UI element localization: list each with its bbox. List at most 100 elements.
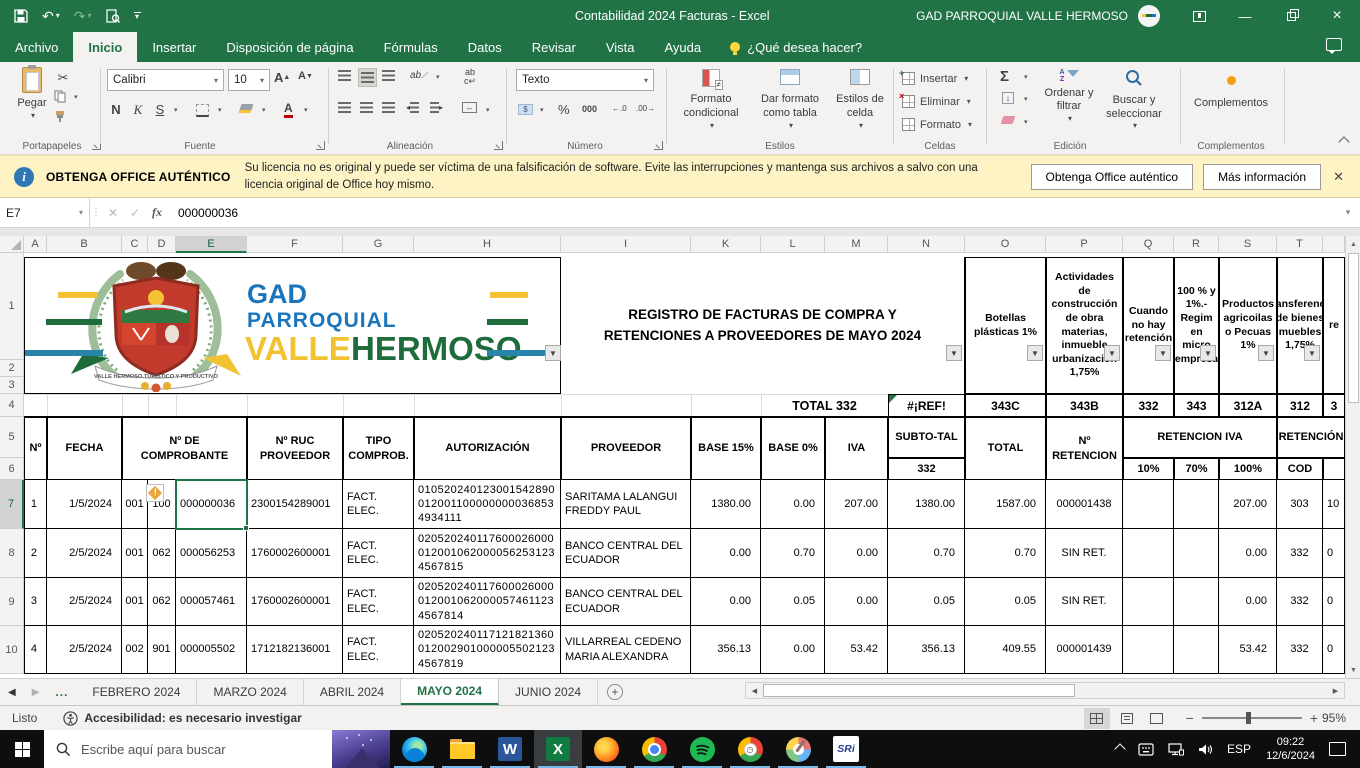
data-cell[interactable]: 303 <box>1277 480 1323 529</box>
zoom-slider-thumb[interactable] <box>1245 712 1251 724</box>
data-cell[interactable]: 0.05 <box>888 578 965 626</box>
sheet-prev-icon[interactable]: ◀ <box>0 679 24 705</box>
data-cell[interactable]: 0.70 <box>888 529 965 578</box>
more-info-button[interactable]: Más información <box>1203 163 1322 190</box>
row-header-10[interactable]: 10 <box>0 626 24 674</box>
align-middle-icon[interactable] <box>358 68 377 87</box>
code-cell[interactable]: 343B <box>1046 394 1123 417</box>
code-cell[interactable]: 343C <box>965 394 1046 417</box>
data-cell[interactable] <box>1174 626 1219 674</box>
undo-icon[interactable]: ↶ ▾ <box>42 9 60 23</box>
column-header-N[interactable]: N <box>888 236 965 253</box>
accessibility-status[interactable]: Accesibilidad: es necesario investigar <box>84 711 301 725</box>
table-header-tipo[interactable]: TIPO COMPROB. <box>343 417 414 480</box>
taskbar-firefox-icon[interactable] <box>582 730 630 768</box>
tab-datos[interactable]: Datos <box>453 32 517 62</box>
data-cell[interactable]: FACT. ELEC. <box>343 578 414 626</box>
tray-chevron-icon[interactable] <box>1109 730 1131 768</box>
data-cell[interactable]: FACT. ELEC. <box>343 529 414 578</box>
data-cell[interactable]: 2/5/2024 <box>47 529 122 578</box>
data-cell[interactable]: 356.13 <box>691 626 761 674</box>
data-cell[interactable]: 2300154289001 <box>247 480 343 529</box>
sort-filter-button[interactable]: AZ Ordenar y filtrar ▾ <box>1038 69 1100 124</box>
cut-icon[interactable]: ✂ <box>54 70 72 86</box>
row-header-3[interactable]: 3 <box>0 377 24 394</box>
account-avatar[interactable] <box>1138 5 1160 27</box>
data-cell[interactable]: 1712182136001 <box>247 626 343 674</box>
comments-icon[interactable] <box>1326 38 1342 54</box>
taskbar-excel-icon[interactable]: X <box>534 730 582 768</box>
column-header-P[interactable]: P <box>1046 236 1123 253</box>
normal-view-button[interactable] <box>1083 707 1110 729</box>
customize-qat-icon[interactable]: ▾ <box>133 11 141 20</box>
row-header-5[interactable]: 5 <box>0 417 24 458</box>
number-format-select[interactable]: Texto ▾ <box>516 69 654 91</box>
sheet-tab-mayo[interactable]: MAYO 2024 <box>401 679 500 705</box>
tab-revisar[interactable]: Revisar <box>517 32 591 62</box>
dismiss-license-icon[interactable]: ✕ <box>1333 169 1344 185</box>
data-cell[interactable]: 002 <box>122 626 148 674</box>
data-cell[interactable]: 207.00 <box>1219 480 1277 529</box>
table-header-base0[interactable]: BASE 0% <box>761 417 825 480</box>
taskbar-search-input[interactable]: Escribe aquí para buscar <box>44 730 390 768</box>
restore-button[interactable] <box>1268 0 1314 32</box>
clear-dropdown[interactable]: ▾ <box>1024 118 1028 126</box>
currency-dropdown[interactable]: ▾ <box>540 106 544 114</box>
column-header-B[interactable]: B <box>47 236 122 253</box>
data-cell[interactable]: SARITAMA LALANGUI FREDDY PAUL <box>561 480 691 529</box>
zoom-in-icon[interactable]: + <box>1310 710 1318 726</box>
scroll-up-icon[interactable]: ▲ <box>1346 236 1360 252</box>
vertical-scroll-thumb[interactable] <box>1348 253 1359 403</box>
data-cell[interactable] <box>1174 529 1219 578</box>
align-right-icon[interactable] <box>382 102 395 113</box>
data-cell[interactable]: 000001438 <box>1046 480 1123 529</box>
column-header-Q[interactable]: Q <box>1123 236 1174 253</box>
language-indicator[interactable]: ESP <box>1220 730 1258 768</box>
column-header-A[interactable]: A <box>24 236 47 253</box>
sheet-tab-marzo[interactable]: MARZO 2024 <box>197 679 304 705</box>
data-cell[interactable]: 001 <box>122 480 148 529</box>
start-button[interactable] <box>0 730 44 768</box>
decrease-decimal-icon[interactable]: .00→ <box>636 104 655 113</box>
horizontal-scroll-thumb[interactable] <box>763 684 1075 697</box>
horizontal-scrollbar[interactable]: ◀ ▶ <box>745 682 1345 699</box>
ribbon-display-options-icon[interactable] <box>1176 0 1222 32</box>
filter-dropdown-icon[interactable]: ▼ <box>1258 345 1274 361</box>
data-cell[interactable]: 409.55 <box>965 626 1046 674</box>
row-header-7[interactable]: 7 <box>0 480 24 529</box>
data-cell[interactable] <box>1123 578 1174 626</box>
column-header-R[interactable]: R <box>1174 236 1219 253</box>
find-select-button[interactable]: Buscar y seleccionar ▾ <box>1102 69 1166 131</box>
data-cell[interactable] <box>1174 578 1219 626</box>
row-header-2[interactable]: 2 <box>0 360 24 377</box>
table-header-subtotal[interactable]: SUBTO-TAL <box>888 417 965 458</box>
data-cell[interactable]: 000005502 <box>176 626 247 674</box>
orientation-dropdown[interactable]: ▾ <box>436 73 440 81</box>
column-header-L[interactable]: L <box>761 236 825 253</box>
table-header-partial[interactable] <box>1323 458 1345 480</box>
align-bottom-icon[interactable] <box>382 70 395 81</box>
table-header-retiva[interactable]: RETENCION IVA <box>1123 417 1277 458</box>
table-header-iva[interactable]: IVA <box>825 417 888 480</box>
sheet-overflow-button[interactable]: ... <box>47 679 76 705</box>
zoom-out-icon[interactable]: − <box>1186 710 1194 726</box>
table-header-subtotal_code[interactable]: 332 <box>888 458 965 480</box>
data-cell[interactable]: 356.13 <box>888 626 965 674</box>
row-header-6[interactable]: 6 <box>0 458 24 480</box>
data-cell[interactable]: FACT. ELEC. <box>343 480 414 529</box>
table-header-n[interactable]: Nº <box>24 417 47 480</box>
taskbar-clock[interactable]: 09:22 12/6/2024 <box>1258 735 1323 764</box>
sheet-tab-febrero[interactable]: FEBRERO 2024 <box>76 679 198 705</box>
scroll-left-icon[interactable]: ◀ <box>747 684 762 697</box>
sheet-next-icon[interactable]: ▶ <box>24 679 48 705</box>
number-dialog-launcher[interactable] <box>654 141 663 150</box>
zoom-slider[interactable] <box>1201 712 1302 724</box>
paste-button[interactable]: Pegar ▾ <box>10 65 54 121</box>
data-cell[interactable]: 001 <box>122 529 148 578</box>
data-cell[interactable]: 0 <box>1323 578 1345 626</box>
formula-input[interactable]: 000000036 <box>168 198 1336 227</box>
alignment-dialog-launcher[interactable] <box>494 141 503 150</box>
fill-color-dropdown[interactable]: ▾ <box>262 106 266 114</box>
copy-dropdown[interactable]: ▾ <box>74 93 78 101</box>
filter-dropdown-icon[interactable]: ▼ <box>545 345 561 361</box>
